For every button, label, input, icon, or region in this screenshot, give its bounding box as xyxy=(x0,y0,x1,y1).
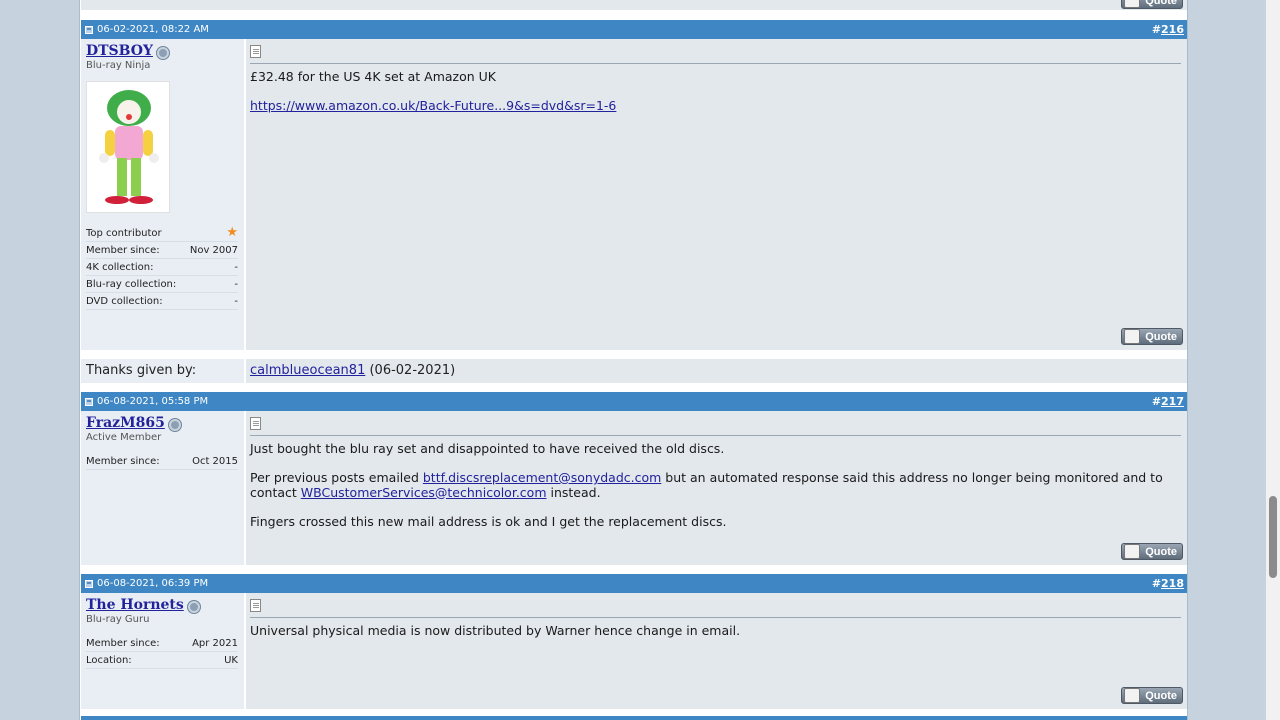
forum-thread: Quote 06-02-2021, 08:22 AM #216 DTSBOY B… xyxy=(79,0,1188,720)
divider xyxy=(250,63,1181,64)
username-link[interactable]: The Hornets xyxy=(86,597,184,613)
quote-icon xyxy=(1124,688,1140,703)
post-date: 06-08-2021, 06:39 PM xyxy=(97,578,209,589)
user-title: Blu-ray Guru xyxy=(86,614,150,625)
user-title: Active Member xyxy=(86,432,162,443)
user-info: FrazM865 Active Member Member since: Oct … xyxy=(81,411,246,565)
post-body: Universal physical media is now distribu… xyxy=(246,593,1187,709)
post-number-link[interactable]: 218 xyxy=(1161,577,1184,590)
quote-button[interactable]: Quote xyxy=(1121,543,1183,560)
post-header-217: 06-08-2021, 05:58 PM #217 xyxy=(81,392,1187,411)
quote-button[interactable]: Quote xyxy=(1121,687,1183,704)
previous-post-footer: Quote xyxy=(81,0,1187,10)
stat-dvd-collection: DVD collection: - xyxy=(86,293,238,310)
post-number: #217 xyxy=(1151,395,1184,408)
page-scrollbar[interactable] xyxy=(1266,0,1280,720)
quote-icon xyxy=(1124,0,1140,8)
post-date: 06-08-2021, 05:58 PM xyxy=(97,396,209,407)
post-body: £32.48 for the US 4K set at Amazon UK ht… xyxy=(246,39,1187,350)
quote-icon xyxy=(1124,544,1140,559)
user-stats: Top contributor ★ Member since: Nov 2007 … xyxy=(86,225,238,310)
quote-icon xyxy=(1124,329,1140,344)
post-number-link[interactable]: 217 xyxy=(1161,395,1184,408)
post-icon xyxy=(250,599,261,612)
thanks-row: Thanks given by: calmblueocean81 (06-02-… xyxy=(81,359,1187,383)
post-header-216: 06-02-2021, 08:22 AM #216 xyxy=(81,20,1187,39)
thanks-date: (06-02-2021) xyxy=(369,363,456,378)
wb-email-link[interactable]: WBCustomerServices@technicolor.com xyxy=(301,485,547,500)
quote-button[interactable]: Quote xyxy=(1121,328,1183,345)
post-date: 06-02-2021, 08:22 AM xyxy=(97,24,209,35)
post-message: Universal physical media is now distribu… xyxy=(250,623,741,638)
sony-email-link[interactable]: bttf.discsreplacement@sonydadc.com xyxy=(423,470,661,485)
post-old-icon xyxy=(85,397,93,406)
stat-member-since: Member since: Oct 2015 xyxy=(86,453,238,470)
user-stats: Member since: Apr 2021 Location: UK xyxy=(86,635,238,669)
scrollbar-thumb[interactable] xyxy=(1269,496,1277,578)
offline-status-icon xyxy=(168,418,181,431)
username-link[interactable]: DTSBOY xyxy=(86,43,153,59)
quote-button-prev[interactable]: Quote xyxy=(1121,0,1183,9)
post-icon xyxy=(250,417,261,430)
post-header-218: 06-08-2021, 06:39 PM #218 xyxy=(81,574,1187,593)
post-217: FrazM865 Active Member Member since: Oct … xyxy=(81,411,1187,565)
stat-member-since: Member since: Nov 2007 xyxy=(86,242,238,259)
avatar-image xyxy=(99,90,159,204)
post-message: £32.48 for the US 4K set at Amazon UK ht… xyxy=(250,69,617,113)
offline-status-icon xyxy=(156,46,169,59)
post-number-link[interactable]: 216 xyxy=(1161,23,1184,36)
thanks-list: calmblueocean81 (06-02-2021) xyxy=(246,359,1187,383)
post-old-icon xyxy=(85,579,93,588)
top-contributor-star-icon: ★ xyxy=(226,225,238,240)
post-old-icon xyxy=(85,25,93,34)
thanks-user-link[interactable]: calmblueocean81 xyxy=(250,363,365,378)
stat-member-since: Member since: Apr 2021 xyxy=(86,635,238,652)
avatar[interactable] xyxy=(86,81,170,213)
offline-status-icon xyxy=(187,600,200,613)
post-number: #216 xyxy=(1151,23,1184,36)
post-218: The Hornets Blu-ray Guru Member since: Ap… xyxy=(81,593,1187,709)
stat-top-contributor: Top contributor ★ xyxy=(86,225,238,242)
post-icon xyxy=(250,45,261,58)
stat-bluray-collection: Blu-ray collection: - xyxy=(86,276,238,293)
user-title: Blu-ray Ninja xyxy=(86,60,151,71)
divider xyxy=(250,435,1181,436)
post-number: #218 xyxy=(1151,577,1184,590)
post-216: DTSBOY Blu-ray Ninja Top contributor ★ M… xyxy=(81,39,1187,350)
stat-4k-collection: 4K collection: - xyxy=(86,259,238,276)
user-info: The Hornets Blu-ray Guru Member since: Ap… xyxy=(81,593,246,709)
user-stats: Member since: Oct 2015 xyxy=(86,453,238,470)
amazon-link[interactable]: https://www.amazon.co.uk/Back-Future...9… xyxy=(250,98,616,113)
post-message: Just bought the blu ray set and disappoi… xyxy=(250,441,1163,529)
username-link[interactable]: FrazM865 xyxy=(86,415,165,431)
thanks-label: Thanks given by: xyxy=(81,359,246,383)
stat-location: Location: UK xyxy=(86,652,238,669)
post-header-next xyxy=(81,716,1187,720)
post-body: Just bought the blu ray set and disappoi… xyxy=(246,411,1187,565)
user-info: DTSBOY Blu-ray Ninja Top contributor ★ M… xyxy=(81,39,246,350)
divider xyxy=(250,617,1181,618)
